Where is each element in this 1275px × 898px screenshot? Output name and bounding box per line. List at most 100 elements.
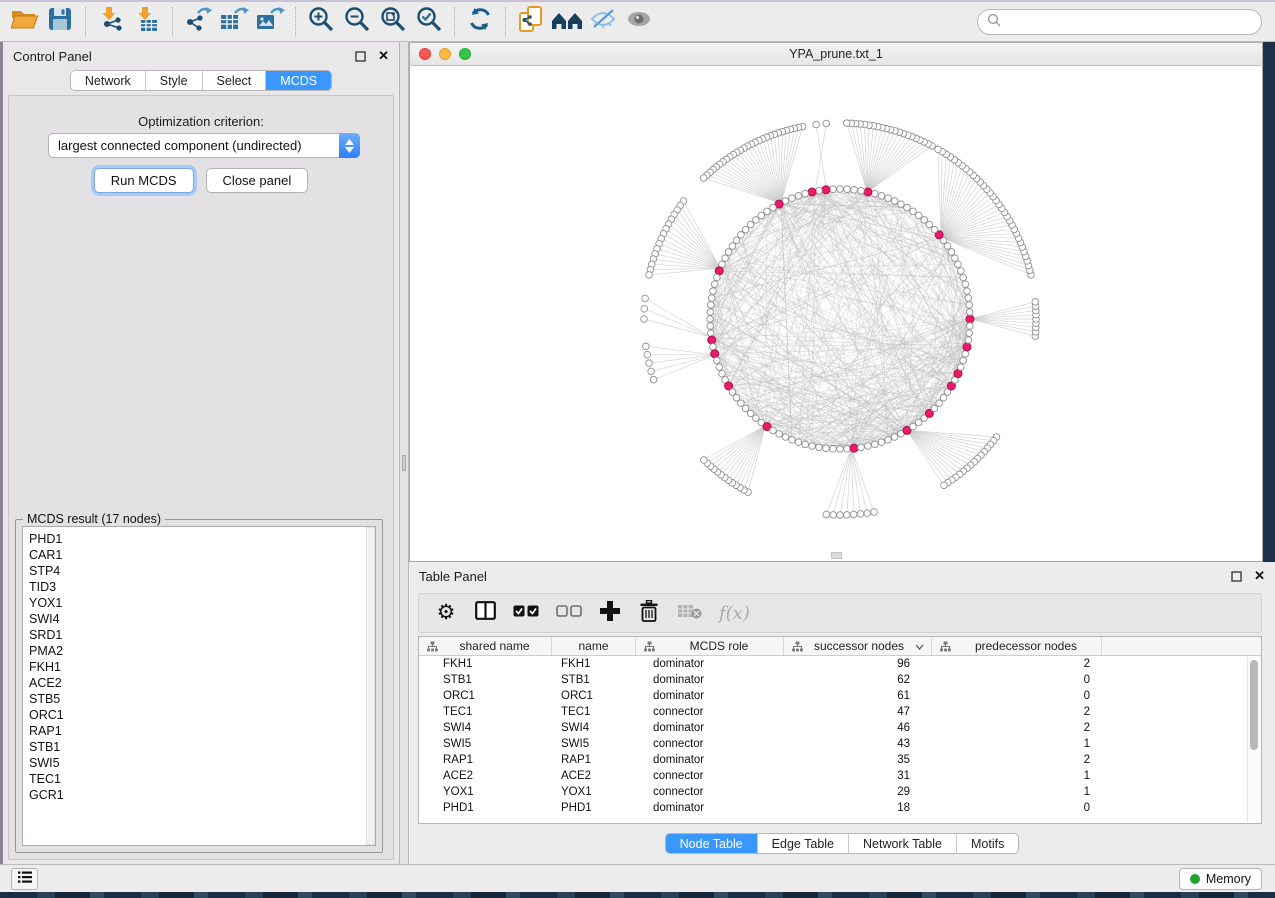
mcds-result-item[interactable]: TEC1 [29,771,375,787]
network-node[interactable] [725,249,732,256]
table-cell[interactable]: PHD1 [552,802,636,814]
table-cell[interactable]: 43 [784,738,932,750]
zoom-out-button[interactable] [339,5,375,39]
table-cell[interactable]: YOX1 [552,786,636,798]
criterion-dropdown[interactable]: largest connected component (undirected) [48,133,360,158]
network-node[interactable] [802,190,809,197]
table-row[interactable]: PHD1PHD1dominator180 [419,800,1261,816]
table-cell[interactable]: SWI4 [419,722,552,734]
network-node[interactable] [716,364,723,371]
network-node[interactable] [733,394,740,401]
mcds-result-list[interactable]: PHD1CAR1STP4TID3YOX1SWI4SRD1PMA2FKH1ACE2… [22,526,376,846]
network-node[interactable] [878,193,885,200]
network-node[interactable] [738,400,745,407]
column-header-shared-name[interactable]: shared name [419,637,552,655]
tab-network[interactable]: Network [71,71,145,90]
search-field[interactable] [977,9,1262,35]
column-header-name[interactable]: name [552,637,636,655]
table-cell[interactable]: 31 [784,770,932,782]
mcds-result-item[interactable]: RAP1 [29,723,375,739]
network-node[interactable] [966,330,973,337]
save-session-button[interactable] [42,5,78,39]
network-node[interactable] [962,281,969,288]
network-node[interactable] [753,415,760,422]
network-node[interactable] [701,175,708,182]
network-node[interactable] [830,446,837,453]
function-builder-button[interactable]: f(x) [719,603,750,624]
network-node[interactable] [858,187,865,194]
network-node[interactable] [707,309,714,316]
network-node[interactable] [926,221,933,228]
table-cell[interactable]: STB1 [419,674,552,686]
table-cell[interactable]: ORC1 [419,690,552,702]
mcds-node[interactable] [963,343,971,351]
table-row[interactable]: ORC1ORC1dominator610 [419,688,1261,704]
network-node[interactable] [944,243,951,250]
open-file-button[interactable] [6,5,42,39]
show-columns-button[interactable] [474,601,496,625]
table-cell[interactable]: 35 [784,754,932,766]
zoom-selected-button[interactable] [411,5,447,39]
network-node[interactable] [837,186,844,193]
network-node[interactable] [641,316,648,323]
network-node[interactable] [965,295,972,302]
network-node[interactable] [823,120,830,127]
network-node[interactable] [967,309,974,316]
network-node[interactable] [844,120,851,127]
tab-edge-table[interactable]: Edge Table [757,834,848,853]
column-header-successor-nodes[interactable]: successor nodes [784,637,932,655]
network-node[interactable] [871,509,878,516]
mcds-node[interactable] [808,188,816,196]
network-node[interactable] [910,208,917,215]
network-canvas[interactable] [409,66,1263,562]
memory-button[interactable]: Memory [1179,868,1262,890]
network-node[interactable] [962,351,969,358]
network-node[interactable] [837,446,844,453]
network-node[interactable] [921,217,928,224]
network-node[interactable] [646,272,653,279]
network-node[interactable] [742,405,749,412]
table-cell[interactable]: 2 [932,722,1102,734]
network-node[interactable] [782,434,789,441]
network-node[interactable] [789,195,796,202]
mcds-list-scrollbar[interactable] [366,527,375,845]
network-node[interactable] [711,281,718,288]
table-cell[interactable]: ACE2 [552,770,636,782]
network-node[interactable] [733,237,740,244]
import-network-button[interactable] [93,5,129,39]
network-node[interactable] [729,389,736,396]
table-row[interactable]: STB1STB1dominator620 [419,672,1261,688]
table-scrollbar-thumb[interactable] [1250,660,1258,750]
network-node[interactable] [872,190,879,197]
network-node[interactable] [643,343,650,350]
mcds-node[interactable] [715,267,723,275]
table-cell[interactable]: ORC1 [552,690,636,702]
network-node[interactable] [753,217,760,224]
table-cell[interactable]: dominator [636,754,784,766]
table-mode-button[interactable]: ⚙ [435,603,457,623]
network-node[interactable] [948,249,955,256]
network-node[interactable] [823,511,830,518]
import-table-button[interactable] [129,5,165,39]
network-node[interactable] [931,226,938,233]
table-cell[interactable]: 1 [932,770,1102,782]
table-cell[interactable]: TEC1 [419,706,552,718]
network-node[interactable] [650,376,657,383]
network-node[interactable] [770,427,777,434]
column-header-predecessor-nodes[interactable]: predecessor nodes [932,637,1102,655]
mcds-result-item[interactable]: GCR1 [29,787,375,803]
network-node[interactable] [872,441,879,448]
table-cell[interactable]: PHD1 [419,802,552,814]
column-header-mcds-role[interactable]: MCDS role [636,637,784,655]
run-mcds-button[interactable]: Run MCDS [94,168,194,193]
mcds-result-item[interactable]: ACE2 [29,675,375,691]
network-node[interactable] [764,208,771,215]
table-cell[interactable]: connector [636,786,784,798]
network-node[interactable] [915,212,922,219]
network-node[interactable] [858,444,865,451]
search-input[interactable] [1006,15,1261,29]
network-node[interactable] [707,323,714,330]
table-cell[interactable]: 2 [932,754,1102,766]
float-panel-icon[interactable] [355,51,366,62]
apply-layout-button[interactable] [462,5,498,39]
